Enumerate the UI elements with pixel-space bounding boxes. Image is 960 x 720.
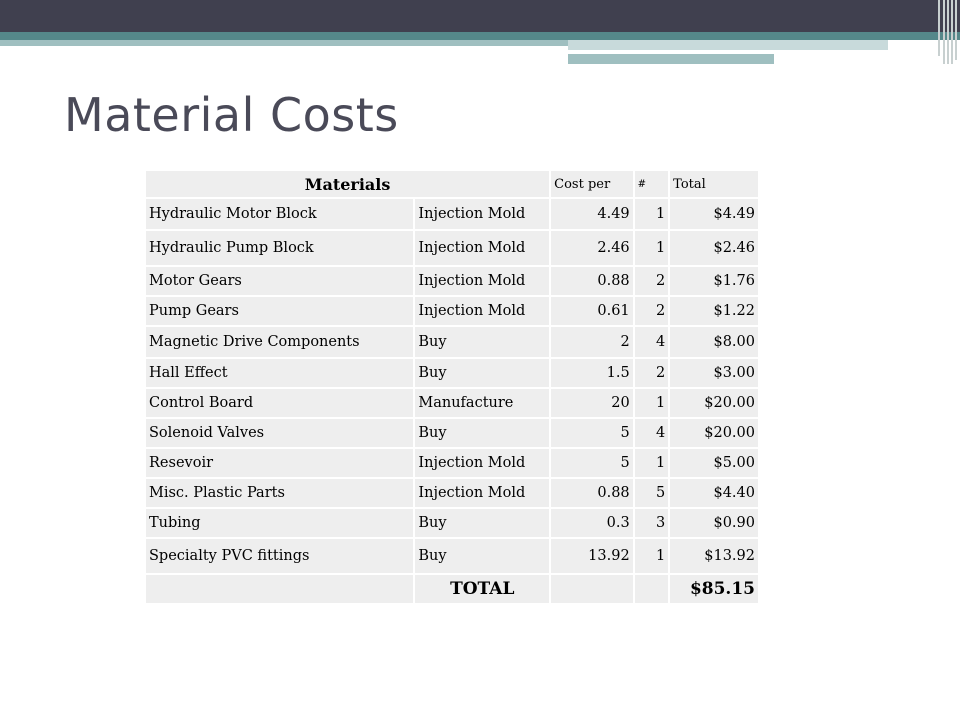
- quantity-cell: 1: [632, 387, 671, 419]
- total-label-cell: TOTAL: [413, 573, 552, 605]
- table-row: Pump Gears Injection Mold 0.61 2 $1.22: [143, 295, 760, 327]
- header-count: #: [632, 169, 671, 199]
- cost-per-cell: 0.3: [549, 507, 635, 539]
- method-cell: Buy: [413, 357, 552, 389]
- cost-per-cell: 1.5: [549, 357, 635, 389]
- cost-per-cell: 2: [549, 325, 635, 359]
- header-materials: Materials: [143, 169, 552, 199]
- cost-per-cell: 2.46: [549, 229, 635, 267]
- quantity-cell: 2: [632, 295, 671, 327]
- row-total-cell: $5.00: [668, 447, 760, 479]
- row-total-cell: $13.92: [668, 537, 760, 575]
- table-body: Materials Cost per # Total Hydraulic Mot…: [143, 169, 760, 605]
- item-name-cell: Misc. Plastic Parts: [143, 477, 416, 509]
- total-spacer-cell: [549, 573, 635, 605]
- cost-per-cell: 0.88: [549, 265, 635, 297]
- table-row: Solenoid Valves Buy 5 4 $20.00: [143, 417, 760, 449]
- header-total: Total: [668, 169, 760, 199]
- slide-title: Material Costs: [64, 88, 399, 142]
- quantity-cell: 1: [632, 229, 671, 267]
- total-spacer-cell: [143, 573, 416, 605]
- method-cell: Manufacture: [413, 387, 552, 419]
- header-light-stripe: [568, 40, 888, 50]
- header-accent-stripe: [0, 32, 960, 40]
- header-band: [0, 0, 960, 32]
- item-name-cell: Pump Gears: [143, 295, 416, 327]
- item-name-cell: Control Board: [143, 387, 416, 419]
- table-row: Tubing Buy 0.3 3 $0.90: [143, 507, 760, 539]
- table-row: Misc. Plastic Parts Injection Mold 0.88 5 $4…: [143, 477, 760, 509]
- grand-total-cell: $85.15: [668, 573, 760, 605]
- row-total-cell: $20.00: [668, 417, 760, 449]
- row-total-cell: $1.76: [668, 265, 760, 297]
- cost-per-cell: 0.88: [549, 477, 635, 509]
- quantity-cell: 4: [632, 325, 671, 359]
- material-costs-table: Materials Cost per # Total Hydraulic Mot…: [143, 169, 760, 605]
- cost-per-cell: 4.49: [549, 197, 635, 231]
- item-name-cell: Hydraulic Motor Block: [143, 197, 416, 231]
- quantity-cell: 5: [632, 477, 671, 509]
- method-cell: Injection Mold: [413, 477, 552, 509]
- header-light-stripe: [0, 40, 568, 46]
- quantity-cell: 1: [632, 197, 671, 231]
- item-name-cell: Resevoir: [143, 447, 416, 479]
- header-cost-per: Cost per: [549, 169, 635, 199]
- item-name-cell: Specialty PVC fittings: [143, 537, 416, 575]
- cost-per-cell: 5: [549, 417, 635, 449]
- row-total-cell: $4.49: [668, 197, 760, 231]
- method-cell: Injection Mold: [413, 197, 552, 231]
- table-header-row: Materials Cost per # Total: [143, 169, 760, 199]
- item-name-cell: Hall Effect: [143, 357, 416, 389]
- method-cell: Injection Mold: [413, 229, 552, 267]
- table-row: Motor Gears Injection Mold 0.88 2 $1.76: [143, 265, 760, 297]
- table-total-row: TOTAL $85.15: [143, 573, 760, 605]
- row-total-cell: $0.90: [668, 507, 760, 539]
- quantity-cell: 1: [632, 447, 671, 479]
- quantity-cell: 4: [632, 417, 671, 449]
- quantity-cell: 2: [632, 265, 671, 297]
- quantity-cell: 1: [632, 537, 671, 575]
- table-row: Control Board Manufacture 20 1 $20.00: [143, 387, 760, 419]
- row-total-cell: $3.00: [668, 357, 760, 389]
- item-name-cell: Magnetic Drive Components: [143, 325, 416, 359]
- row-total-cell: $4.40: [668, 477, 760, 509]
- method-cell: Injection Mold: [413, 265, 552, 297]
- item-name-cell: Hydraulic Pump Block: [143, 229, 416, 267]
- row-total-cell: $1.22: [668, 295, 760, 327]
- row-total-cell: $2.46: [668, 229, 760, 267]
- table-row: Specialty PVC fittings Buy 13.92 1 $13.92: [143, 537, 760, 575]
- row-total-cell: $8.00: [668, 325, 760, 359]
- method-cell: Buy: [413, 507, 552, 539]
- quantity-cell: 3: [632, 507, 671, 539]
- method-cell: Injection Mold: [413, 447, 552, 479]
- item-name-cell: Solenoid Valves: [143, 417, 416, 449]
- table-row: Resevoir Injection Mold 5 1 $5.00: [143, 447, 760, 479]
- method-cell: Injection Mold: [413, 295, 552, 327]
- row-total-cell: $20.00: [668, 387, 760, 419]
- method-cell: Buy: [413, 537, 552, 575]
- header-light-stripe: [568, 54, 774, 64]
- cost-per-cell: 5: [549, 447, 635, 479]
- table-row: Hall Effect Buy 1.5 2 $3.00: [143, 357, 760, 389]
- cost-per-cell: 20: [549, 387, 635, 419]
- table-row: Hydraulic Pump Block Injection Mold 2.46 1 $…: [143, 229, 760, 267]
- cost-per-cell: 0.61: [549, 295, 635, 327]
- item-name-cell: Tubing: [143, 507, 416, 539]
- table-row: Magnetic Drive Components Buy 2 4 $8.00: [143, 325, 760, 359]
- total-spacer-cell: [632, 573, 671, 605]
- method-cell: Buy: [413, 325, 552, 359]
- item-name-cell: Motor Gears: [143, 265, 416, 297]
- cost-per-cell: 13.92: [549, 537, 635, 575]
- quantity-cell: 2: [632, 357, 671, 389]
- corner-vertical-lines: [934, 0, 960, 64]
- table-row: Hydraulic Motor Block Injection Mold 4.49 1…: [143, 197, 760, 231]
- method-cell: Buy: [413, 417, 552, 449]
